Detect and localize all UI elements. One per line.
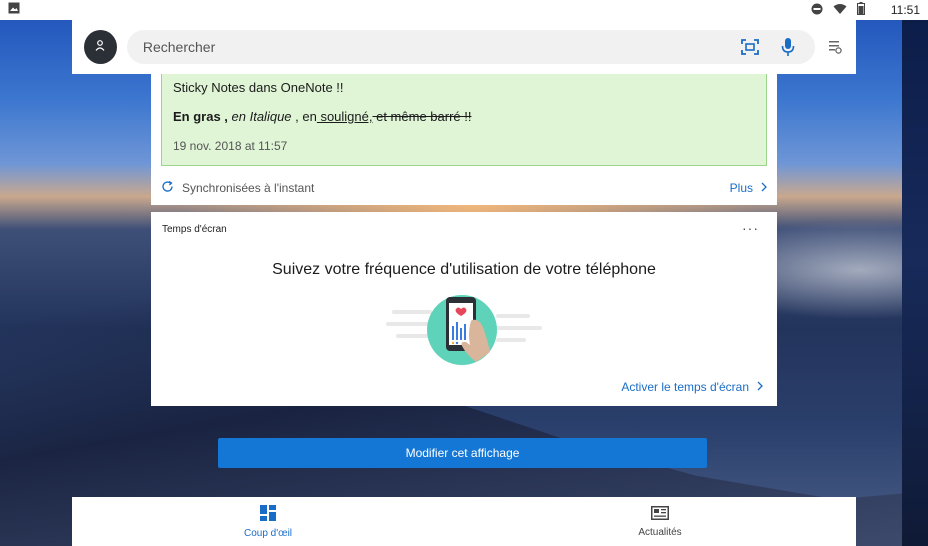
modify-view-button[interactable]: Modifier cet affichage	[218, 438, 707, 468]
tab-news[interactable]: Actualités	[464, 497, 856, 546]
note-bold-text: En gras ,	[173, 109, 228, 124]
sync-icon	[161, 180, 174, 196]
search-header: Rechercher	[72, 20, 856, 74]
tab-label: Coup d'œil	[243, 527, 293, 539]
grid-icon	[260, 504, 276, 524]
status-clock: 11:51	[890, 3, 920, 17]
battery-icon	[856, 2, 865, 18]
search-placeholder: Rechercher	[142, 39, 216, 55]
wallpaper-edge	[902, 18, 928, 546]
activate-screen-time-link[interactable]: Activer le temps d'écran	[621, 380, 763, 394]
screen-time-card: Temps d'écran ··· Suivez votre fréquence…	[151, 212, 777, 406]
user-icon	[95, 38, 105, 56]
microphone-icon[interactable]	[777, 36, 799, 58]
more-options-icon[interactable]: ···	[742, 220, 759, 236]
chevron-right-icon	[761, 181, 767, 195]
card-headline: Suivez votre fréquence d'utilisation de …	[272, 261, 656, 278]
note-underline-text: souligné,	[316, 109, 373, 124]
scan-icon[interactable]	[739, 36, 761, 58]
sticky-note[interactable]: Sticky Notes dans OneNote !! En gras , e…	[161, 74, 767, 166]
phone-usage-illustration	[386, 292, 542, 368]
image-notification-icon	[8, 1, 20, 19]
tab-glance[interactable]: Coup d'œil	[72, 497, 464, 546]
note-date: 19 nov. 2018 at 11:57	[173, 139, 288, 153]
chevron-right-icon	[757, 380, 763, 394]
note-title: Sticky Notes dans OneNote !!	[173, 80, 344, 95]
status-bar: 11:51	[0, 0, 928, 20]
do-not-disturb-icon	[811, 3, 823, 18]
avatar[interactable]	[84, 30, 117, 64]
more-label: Plus	[729, 181, 753, 195]
bottom-nav: Coup d'œil Actualités	[72, 497, 856, 546]
search-input[interactable]: Rechercher	[126, 30, 815, 64]
note-plain-text: , en	[291, 109, 317, 124]
news-icon	[651, 505, 669, 523]
sync-row: Synchronisées à l'instant Plus	[161, 179, 767, 197]
more-link[interactable]: Plus	[730, 181, 767, 195]
wifi-icon	[833, 3, 847, 18]
sync-label: Synchronisées à l'instant	[182, 181, 315, 195]
tasks-list-icon[interactable]	[827, 38, 844, 56]
tab-label: Actualités	[638, 526, 682, 538]
card-header: Temps d'écran	[162, 224, 227, 235]
note-strike-text: et même barré !!	[372, 109, 472, 124]
activate-label: Activer le temps d'écran	[621, 380, 749, 394]
note-italic-text: en Italique	[227, 109, 292, 124]
note-body: En gras , en Italique , en souligné, et …	[173, 108, 755, 126]
sticky-notes-card: Sticky Notes dans OneNote !! En gras , e…	[151, 74, 777, 205]
